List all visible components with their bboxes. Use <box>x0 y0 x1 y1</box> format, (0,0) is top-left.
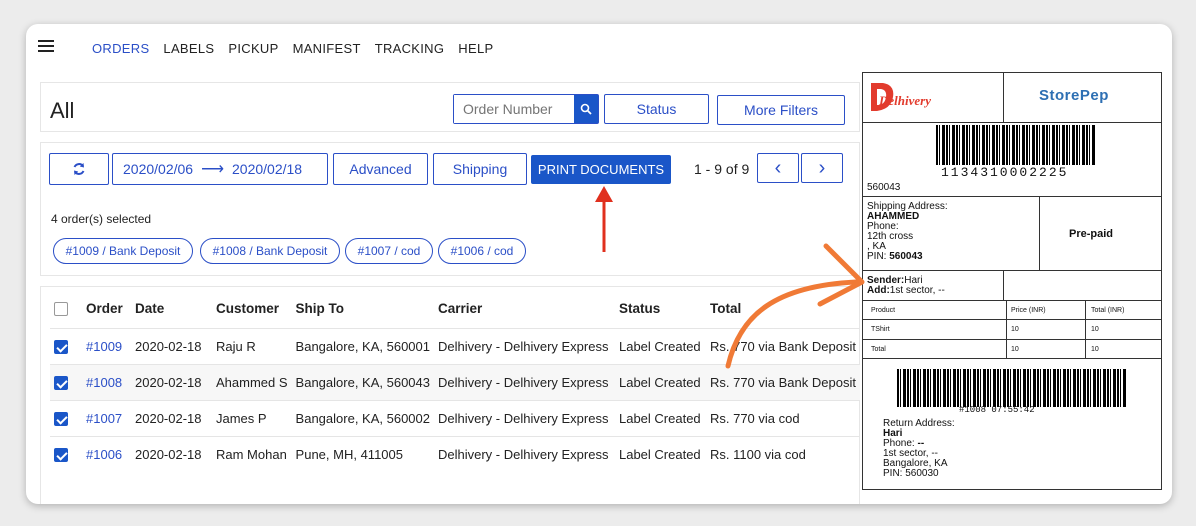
selected-chip[interactable]: #1006 / cod <box>438 238 526 264</box>
cell-carrier: Delhivery - Delhivery Express <box>433 363 615 400</box>
cell-carrier: Delhivery - Delhivery Express <box>433 327 615 364</box>
selection-count: 4 order(s) selected <box>51 212 152 226</box>
row-checkbox[interactable] <box>54 339 68 354</box>
menu-icon[interactable] <box>38 40 54 52</box>
row-checkbox[interactable] <box>54 375 68 390</box>
app-window: ORDERS LABELS PICKUP MANIFEST TRACKING H… <box>26 24 1172 504</box>
barcode-number: 1134310002225 <box>941 165 1069 180</box>
selected-chip[interactable]: #1007 / cod <box>345 238 433 264</box>
annotation-arrow-up <box>595 186 613 252</box>
col-customer[interactable]: Customer <box>212 290 292 328</box>
item-price: 10 <box>1011 326 1019 333</box>
label-address-row: Shipping Address: AHAMMED Phone: 12th cr… <box>863 197 1161 271</box>
carrier-logo-text: Delhivery <box>879 93 931 108</box>
label-items-table: Product Price (INR) Total (INR) TShirt 1… <box>863 301 1161 359</box>
order-link[interactable]: #1008 <box>82 363 131 400</box>
top-nav: ORDERS LABELS PICKUP MANIFEST TRACKING H… <box>92 41 507 56</box>
date-to: 2020/02/18 <box>232 161 303 177</box>
date-range-picker[interactable]: 2020/02/06 ⟶ 2020/02/18 <box>112 153 328 185</box>
cell-carrier: Delhivery - Delhivery Express <box>433 435 615 472</box>
cell-status: Label Created <box>614 435 706 472</box>
nav-tracking[interactable]: TRACKING <box>375 41 445 56</box>
cell-customer: James P <box>212 399 292 436</box>
page-title: All <box>50 98 75 123</box>
cell-status: Label Created <box>614 363 706 400</box>
search-icon <box>580 103 592 115</box>
item-price: 10 <box>1011 346 1019 353</box>
advanced-button[interactable]: Advanced <box>333 153 428 185</box>
col-ship-to[interactable]: Ship To <box>292 290 434 328</box>
cell-carrier: Delhivery - Delhivery Express <box>433 399 615 436</box>
add-value: 1st sector, -- <box>889 285 945 296</box>
cell-customer: Raju R <box>212 327 292 364</box>
row-checkbox[interactable] <box>54 411 68 426</box>
pagination-text: 1 - 9 of 9 <box>694 161 750 177</box>
refresh-button[interactable] <box>49 153 109 185</box>
cell-status: Label Created <box>614 399 706 436</box>
col-status[interactable]: Status <box>615 290 706 328</box>
cell-date: 2020-02-18 <box>131 327 212 364</box>
item-total: 10 <box>1091 346 1099 353</box>
ship-pin: 560043 <box>889 251 923 262</box>
col-carrier[interactable]: Carrier <box>434 290 615 328</box>
selected-chip[interactable]: #1008 / Bank Deposit <box>200 238 340 264</box>
next-page-button[interactable]: › <box>801 153 843 183</box>
cell-total: Rs. 1100 via cod <box>705 435 860 472</box>
cell-status: Label Created <box>614 327 706 364</box>
item-total: 10 <box>1091 326 1099 333</box>
label-barcode-row: 1134310002225 560043 <box>863 123 1161 197</box>
order-link[interactable]: #1007 <box>82 399 131 436</box>
order-link[interactable]: #1006 <box>82 435 131 472</box>
nav-manifest[interactable]: MANIFEST <box>293 41 361 56</box>
select-all-checkbox[interactable] <box>54 302 68 317</box>
annotation-arrow-curved <box>725 243 865 369</box>
shipping-label-preview: Delhivery StorePep 1134310002225 560043 … <box>862 72 1162 490</box>
table-row[interactable]: #1007 2020-02-18 James P Bangalore, KA, … <box>50 399 860 436</box>
order-barcode <box>897 369 1127 407</box>
table-row[interactable]: #1006 2020-02-18 Ram Mohan Pune, MH, 411… <box>50 435 860 472</box>
nav-orders[interactable]: ORDERS <box>92 41 149 56</box>
cell-ship-to: Pune, MH, 411005 <box>291 435 434 472</box>
delhivery-logo: Delhivery <box>867 79 949 115</box>
row-checkbox[interactable] <box>54 448 68 463</box>
selected-chip[interactable]: #1009 / Bank Deposit <box>53 238 193 264</box>
cell-customer: Ahammed S <box>212 363 292 400</box>
barcode <box>936 125 1096 165</box>
print-documents-button[interactable]: PRINT DOCUMENTS <box>531 155 671 184</box>
search-input[interactable] <box>454 95 574 123</box>
status-filter-button[interactable]: Status <box>604 94 709 124</box>
label-pin-top: 560043 <box>867 182 901 193</box>
prev-page-button[interactable]: ‹ <box>757 153 799 183</box>
col-order[interactable]: Order <box>82 290 131 328</box>
cell-ship-to: Bangalore, KA, 560001 <box>291 327 434 364</box>
shipping-button[interactable]: Shipping <box>433 153 527 185</box>
cell-ship-to: Bangalore, KA, 560002 <box>291 399 434 436</box>
cell-date: 2020-02-18 <box>131 435 212 472</box>
nav-pickup[interactable]: PICKUP <box>228 41 278 56</box>
items-header-price: Price (INR) <box>1011 307 1046 314</box>
arrow-right-icon: ⟶ <box>201 161 225 178</box>
storepep-logo: StorePep <box>1039 87 1109 104</box>
col-date[interactable]: Date <box>131 290 212 328</box>
payment-type: Pre-paid <box>1069 228 1114 240</box>
search-group <box>453 94 599 124</box>
cell-ship-to: Bangalore, KA, 560043 <box>291 363 434 400</box>
label-sender-row: Sender:Hari Add:1st sector, -- <box>863 271 1161 301</box>
order-link[interactable]: #1009 <box>82 327 131 364</box>
cell-date: 2020-02-18 <box>131 363 212 400</box>
cell-date: 2020-02-18 <box>131 399 212 436</box>
nav-help[interactable]: HELP <box>458 41 493 56</box>
nav-labels[interactable]: LABELS <box>163 41 214 56</box>
more-filters-button[interactable]: More Filters <box>717 95 845 125</box>
refresh-icon <box>73 163 85 175</box>
order-barcode-text: #1008 07:55:42 <box>959 405 1035 415</box>
search-button[interactable] <box>574 95 598 123</box>
label-logo-row: Delhivery StorePep <box>863 73 1161 123</box>
date-from: 2020/02/06 <box>123 161 194 177</box>
cell-customer: Ram Mohan <box>212 435 292 472</box>
items-header-total: Total (INR) <box>1091 307 1125 314</box>
cell-total: Rs. 770 via cod <box>705 399 860 436</box>
return-pin: PIN: 560030 <box>883 468 939 479</box>
